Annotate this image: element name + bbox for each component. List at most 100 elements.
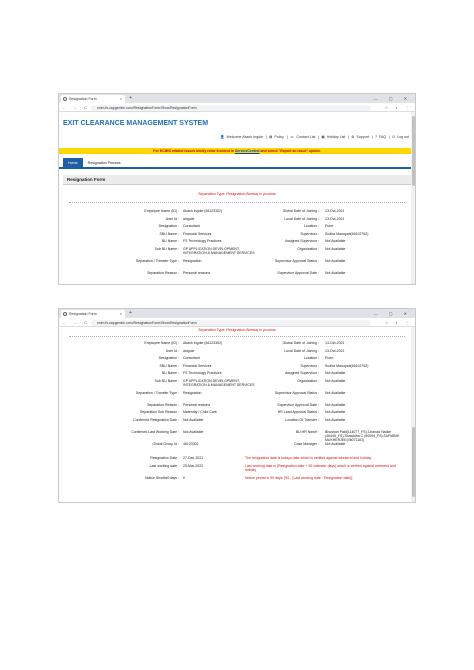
- browser-tabbar: Resignation Form × + — ▢ ✕: [59, 309, 415, 318]
- servicecentral-link[interactable]: ServiceCentral: [235, 149, 260, 153]
- support-link[interactable]: Support: [356, 135, 369, 139]
- separation-type-message: Separation Type: Resignation Already in …: [198, 328, 276, 332]
- close-tab-icon[interactable]: ×: [120, 310, 122, 318]
- field-value: aingole: [183, 348, 195, 353]
- field-label: Global Date of Joining :: [282, 209, 319, 213]
- field-label: Designation :: [158, 224, 179, 228]
- form-row: Sub BU Name : GP APPLICATION DEVELOPMENT,…: [59, 379, 415, 391]
- tab-resignation-process[interactable]: Resignation Process: [83, 158, 126, 167]
- field-value: Akash Ingole (46123302): [183, 341, 223, 345]
- browser-window-2: Resignation Form × + — ▢ ✕ ← → C ⌂ ecim.…: [58, 308, 416, 503]
- field-label: Location Of Transfer :: [285, 417, 319, 422]
- browser-tab[interactable]: Resignation Form ×: [61, 95, 125, 103]
- field-label: Employee Name (ID) :: [144, 341, 179, 345]
- close-tab-icon[interactable]: ×: [120, 95, 122, 103]
- field-value: GP APPLICATION DEVELOPMENT, INTEGRATION …: [183, 246, 255, 255]
- field-value: Not Available: [325, 270, 346, 275]
- field-value: 13-Oct-2021: [325, 348, 345, 353]
- browser-menu-icons[interactable]: ☆ ◐ ⋮: [385, 318, 412, 327]
- form-row: User Id : aingole Local Date of Joining : 1…: [59, 217, 415, 225]
- field-value: Pune: [325, 356, 334, 360]
- field-label: Organization :: [297, 246, 319, 251]
- field-label: Supervisor Approval Status :: [274, 258, 319, 263]
- browser-menu-icons[interactable]: ☆ ◐ ⋮: [385, 103, 412, 112]
- globe-icon: [63, 312, 67, 316]
- field-label: Confirmed Last Working Date :: [131, 429, 179, 434]
- form-row: Employee Name (ID) : Akash Ingole (461233…: [59, 341, 415, 349]
- form-row: Confirmed Last Working Date : Not Availab…: [59, 430, 415, 442]
- field-value: Not Available: [183, 429, 204, 434]
- holiday-list-link[interactable]: Holiday List: [327, 135, 346, 139]
- tab-home[interactable]: Home: [63, 158, 83, 167]
- window-controls[interactable]: — ▢ ✕: [374, 94, 412, 103]
- field-value: FS Technology Practices: [183, 371, 222, 375]
- field-value: Bhushan Patil(114077_FS),Chanda Hadke (4…: [325, 429, 400, 442]
- new-tab-button[interactable]: +: [129, 94, 132, 103]
- separation-type-message: Separation Type: Resignation Already in …: [198, 192, 276, 196]
- field-label: Supervisor Approval Date :: [277, 402, 319, 407]
- field-value: Not Available: [325, 258, 346, 263]
- form-row: Separation Reason : Personal reasons Super…: [59, 271, 415, 279]
- form-row: Designation : Consultant Location : Pune: [59, 356, 415, 364]
- field-label: BU Name :: [161, 371, 179, 375]
- field-value: Not Available: [325, 417, 346, 422]
- welcome-text: Welcome Akash Ingole: [226, 135, 264, 139]
- field-value: Not Available: [325, 390, 346, 395]
- field-label: Organization :: [297, 378, 319, 383]
- field-label: Confirmed Resignation Date :: [133, 417, 179, 422]
- field-value: Financial Services: [183, 363, 212, 368]
- form-row: Separation Sub Reason : Maternity / Child…: [59, 410, 415, 418]
- field-value: Not Available: [325, 402, 346, 407]
- field-label: Assigned Supervisor :: [284, 239, 319, 243]
- browser-tab[interactable]: Resignation Form ×: [61, 310, 125, 318]
- field-value: 13-Oct-2021: [325, 341, 345, 345]
- user-toolbar: 👤 Welcome Akash Ingole | ▤ Policy | ☏ Contact…: [220, 135, 409, 139]
- form-row: Sub BU Name : GP APPLICATION DEVELOPMENT,…: [59, 247, 415, 259]
- field-value: Not Available: [325, 410, 346, 414]
- faq-link[interactable]: FAQ: [379, 135, 386, 139]
- field-value: Not Available: [183, 417, 204, 422]
- field-value: Not Available: [325, 378, 346, 383]
- scrollbar[interactable]: [411, 327, 415, 502]
- field-label: Location :: [303, 356, 319, 360]
- scrollbar-thumb[interactable]: [411, 116, 415, 186]
- form-row: BU Name : FS Technology Practices Assigned…: [59, 371, 415, 379]
- policy-link[interactable]: Policy: [274, 135, 284, 139]
- date-row: Last working date :25-Mar-2022 Last worki…: [59, 464, 415, 476]
- field-value: Sudha Manupati(46102762): [325, 231, 369, 236]
- resignation-dates: Resignation Date :27-Dec-2021 The resigna…: [59, 456, 415, 483]
- window-controls[interactable]: — ▢ ✕: [374, 309, 412, 318]
- contact-list-link[interactable]: Contact List: [296, 135, 315, 139]
- field-label: Supervisor :: [300, 231, 319, 236]
- field-label: User Id :: [165, 216, 179, 221]
- field-label: Supervisor :: [300, 363, 319, 368]
- field-value: Not Available: [325, 246, 346, 251]
- form-row: Confirmed Resignation Date : Not Availabl…: [59, 418, 415, 430]
- form-row: Separation / Transfer Type : Resignation S…: [59, 391, 415, 403]
- field-label: SBU Name :: [159, 231, 179, 236]
- field-label: Supervisor Approval Status :: [274, 390, 319, 395]
- field-label: Sub BU Name :: [154, 246, 179, 251]
- field-label: Case Manager :: [294, 441, 319, 446]
- field-value: 46123302: [183, 441, 199, 446]
- field-value: Akash Ingole (46123302): [183, 209, 223, 213]
- form-row: Global Group Id : 46123302 Case Manager : N…: [59, 442, 415, 450]
- scrollbar-thumb[interactable]: [411, 427, 415, 497]
- browser-window-1: Resignation Form × + — ▢ ✕ ← → C ⌂ ecim.…: [58, 93, 416, 285]
- logout-icon: ⏻: [392, 135, 395, 139]
- new-tab-button[interactable]: +: [129, 309, 132, 318]
- url-input[interactable]: ecim.fs.capgemini.com/ResignationForm/Sh…: [91, 319, 371, 326]
- faq-icon: ?: [375, 135, 378, 139]
- form-row: Separation / Transfer Type : Resignation S…: [59, 259, 415, 271]
- url-input[interactable]: ecim.fs.capgemini.com/ResignationForm/Sh…: [91, 104, 371, 111]
- field-value: Maternity / Child Care: [183, 410, 217, 414]
- field-label: BU Name :: [161, 239, 179, 243]
- tab-title: Resignation Form: [69, 97, 97, 101]
- logout-link[interactable]: Log out: [397, 135, 409, 139]
- field-value: aingole: [183, 216, 195, 221]
- user-icon: 👤: [220, 135, 225, 139]
- field-value: Financial Services: [183, 231, 212, 236]
- field-value: Consultant: [183, 224, 200, 228]
- scrollbar[interactable]: [411, 112, 415, 284]
- support-icon: ⚙: [351, 135, 355, 139]
